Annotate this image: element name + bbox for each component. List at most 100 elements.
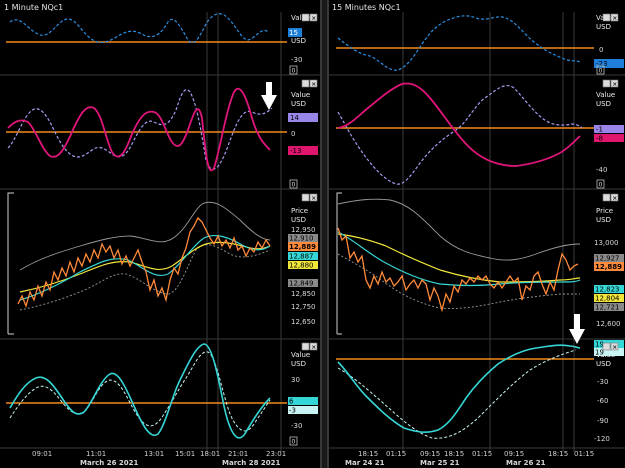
maximize-icon[interactable]: [602, 342, 611, 351]
left-panel-1[interactable]: Value USD 15 -30 0 ×: [6, 13, 318, 75]
upper-band-line: [19, 201, 271, 271]
axis-header-usd: USD: [291, 216, 306, 224]
zero-box-text: 0: [599, 182, 603, 189]
panel-controls[interactable]: ×: [602, 193, 619, 202]
blue-oscillator-line: [337, 15, 581, 71]
tick-label: 12,750: [291, 303, 316, 311]
maximize-icon[interactable]: [301, 13, 310, 22]
axis-header-value: Value: [291, 351, 310, 359]
panel-controls[interactable]: ×: [301, 79, 318, 88]
right-panel-2[interactable]: Value USD -1 -8 -40 0 ×: [336, 79, 624, 189]
magenta-oscillator-line: [7, 87, 271, 172]
left-panel-4[interactable]: Value USD 30 6 -3 -30 0 ×: [6, 342, 318, 446]
magenta-oscillator-line: [337, 82, 581, 167]
svg-text:×: ×: [612, 81, 617, 88]
right-panel-4[interactable]: Value USD 19 19 -30 -60 -90 -120 ×: [336, 314, 624, 443]
right-panel-3[interactable]: Price USD 13,000 12,927 12,889 12,823 12…: [336, 192, 624, 335]
zero-box-text: 0: [599, 68, 603, 75]
time-tick: 18:15: [548, 450, 568, 458]
time-tick: 15:01: [175, 450, 195, 458]
time-tick: 18:15: [444, 450, 464, 458]
svg-text:×: ×: [311, 15, 316, 22]
axis-header-usd: USD: [291, 360, 306, 368]
axis-header-value: Value: [596, 91, 615, 99]
right-time-axis: 18:15 01:15 09:15 18:15 01:15 09:15 18:1…: [345, 450, 594, 467]
maximize-icon[interactable]: [301, 342, 310, 351]
axis-header-value: Value: [291, 91, 310, 99]
panel-controls[interactable]: ×: [301, 342, 318, 351]
price-line: [17, 216, 271, 309]
panel-controls[interactable]: ×: [301, 193, 318, 202]
time-tick: 09:01: [32, 450, 52, 458]
value-badge-text: 12,880: [289, 262, 314, 270]
maximize-icon[interactable]: [602, 79, 611, 88]
date-label: March 28 2021: [222, 459, 281, 467]
right-window-title: 15 Minutes NQc1: [332, 3, 401, 12]
axis-header-usd: USD: [291, 100, 306, 108]
left-panel-2[interactable]: Value USD 14 0 -13 0 ×: [6, 79, 318, 189]
right-panel-1[interactable]: Value USD 0 -23 0 ×: [336, 13, 624, 75]
tick-label: 13,000: [594, 239, 619, 247]
right-window[interactable]: 15 Minutes NQc1 Value USD 0 -23 0 × Valu…: [329, 3, 625, 467]
selection-bracket: [336, 192, 342, 334]
upper-band-line: [337, 198, 581, 261]
axis-header-price: Price: [291, 207, 308, 215]
axis-header-usd: USD: [596, 360, 611, 368]
time-tick: 01:15: [386, 450, 406, 458]
value-badge-text: 12,804: [595, 295, 620, 303]
price-line: [337, 227, 579, 313]
date-label: Mar 26 21: [506, 459, 546, 467]
maximize-icon[interactable]: [602, 193, 611, 202]
axis-header-usd: USD: [596, 100, 611, 108]
value-badge-text: 14: [290, 114, 299, 122]
value-badge-text: 12,889: [595, 263, 622, 271]
tick-label: 0: [291, 130, 295, 138]
charts-canvas: 1 Minute NQc1 Value USD 15 -30 0 × Value…: [0, 0, 625, 468]
maximize-icon[interactable]: [602, 13, 611, 22]
tick-label: 12,950: [291, 226, 316, 234]
tick-label: -30: [291, 56, 302, 64]
time-tick: 23:01: [266, 450, 286, 458]
zero-box-text: 0: [292, 439, 296, 446]
time-tick: 01:15: [472, 450, 492, 458]
time-tick: 09:15: [504, 450, 524, 458]
axis-header-usd: USD: [596, 216, 611, 224]
svg-text:×: ×: [311, 81, 316, 88]
value-badge-text: -13: [290, 147, 301, 155]
panel-controls[interactable]: ×: [602, 79, 619, 88]
blue-oscillator-line: [9, 13, 269, 44]
tick-label: -40: [596, 166, 607, 174]
svg-text:×: ×: [612, 15, 617, 22]
lower-band-line: [19, 244, 271, 311]
axis-header-usd: USD: [291, 37, 306, 45]
maximize-icon[interactable]: [301, 193, 310, 202]
value-badge-text: 12,721: [595, 304, 620, 312]
zero-box-text: 0: [292, 68, 296, 75]
tick-label: 0: [599, 46, 603, 54]
date-label: March 26 2021: [80, 459, 139, 467]
maximize-icon[interactable]: [301, 79, 310, 88]
violet-oscillator-line: [7, 89, 273, 170]
time-tick: 18:01: [200, 450, 220, 458]
left-panel-3[interactable]: Price USD 12,950 12,910 12,889 12,887 12…: [7, 192, 318, 335]
value-badge-text: 12,887: [289, 253, 314, 261]
value-badge-text: 12,910: [289, 235, 314, 243]
time-tick: 13:01: [144, 450, 164, 458]
value-badge-text: -1: [596, 126, 603, 134]
axis-header-price: Price: [596, 207, 613, 215]
tick-label: 12,850: [291, 290, 316, 298]
cyan-oscillator-line: [337, 344, 581, 433]
value-badge-text: 12,823: [595, 286, 620, 294]
svg-text:×: ×: [612, 195, 617, 202]
value-badge-text: 12,889: [289, 243, 316, 251]
value-badge-text: 19: [595, 349, 604, 357]
tick-label: 30: [291, 376, 300, 384]
left-window[interactable]: 1 Minute NQc1 Value USD 15 -30 0 × Value…: [0, 3, 320, 467]
tick-label: 12,650: [291, 318, 316, 326]
left-time-axis: 09:01 11:01 13:01 15:01 18:01 21:01 23:0…: [32, 450, 286, 467]
svg-text:×: ×: [311, 344, 316, 351]
trading-workspace: 1 Minute NQc1 Value USD 15 -30 0 × Value…: [0, 0, 625, 468]
value-badge-text: 6: [289, 398, 294, 406]
svg-text:×: ×: [311, 195, 316, 202]
left-window-title: 1 Minute NQc1: [4, 3, 63, 12]
